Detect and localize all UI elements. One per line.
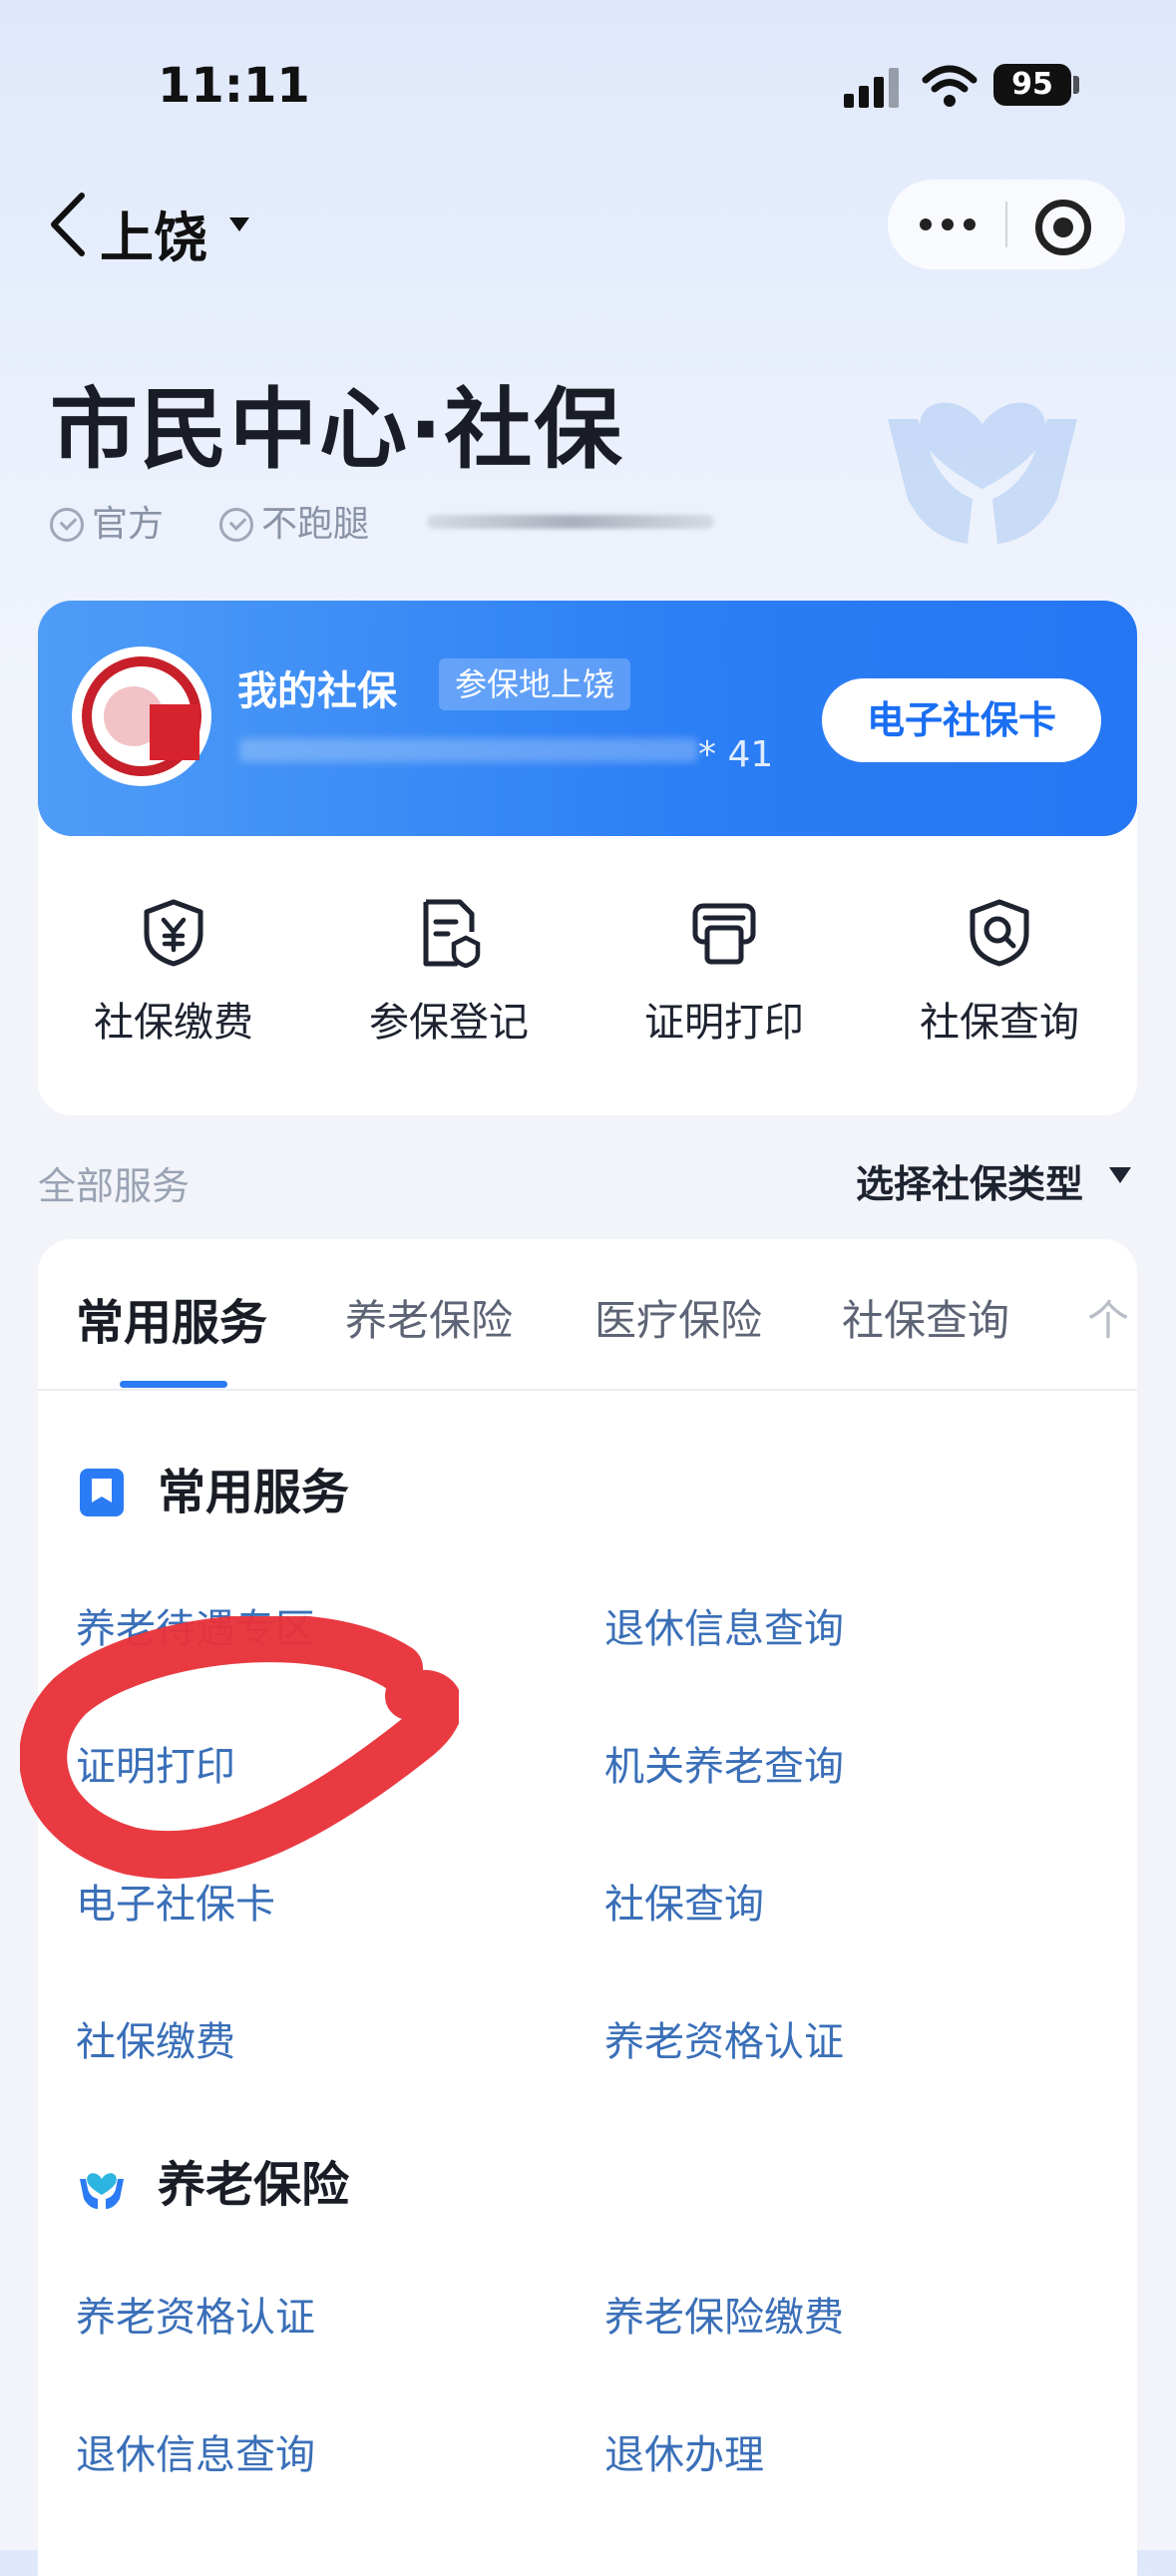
- back-chevron-icon[interactable]: [44, 190, 94, 259]
- dropdown-caret-icon[interactable]: [1109, 1167, 1131, 1183]
- service-social-security-query[interactable]: 社保查询: [604, 1872, 764, 1930]
- service-retirement-info-query[interactable]: 退休信息查询: [604, 1596, 844, 1654]
- service-social-security-payment[interactable]: 社保缴费: [76, 2009, 235, 2067]
- status-time: 11:11: [158, 58, 310, 114]
- tab-medical-insurance[interactable]: 医疗保险: [594, 1287, 762, 1348]
- battery-tip: [1073, 76, 1079, 94]
- masked-id: [239, 738, 698, 762]
- check-circle-icon: [50, 508, 84, 542]
- e-social-card-button[interactable]: 电子社保卡: [822, 678, 1101, 762]
- service-retirement-processing[interactable]: 退休办理: [604, 2422, 764, 2480]
- service-pension-payment[interactable]: 养老保险缴费: [604, 2285, 844, 2343]
- quick-action-register[interactable]: 参保登记: [339, 898, 559, 1048]
- battery-indicator: 95: [993, 64, 1071, 106]
- more-icon[interactable]: [920, 215, 985, 234]
- insurance-type-select[interactable]: 选择社保类型: [856, 1153, 1083, 1208]
- city-selector[interactable]: 上饶: [100, 194, 207, 272]
- tab-pension-insurance[interactable]: 养老保险: [345, 1287, 513, 1348]
- section-title-common: 常用服务: [76, 1453, 349, 1522]
- quick-action-query[interactable]: 社保查询: [890, 898, 1109, 1048]
- close-target-icon[interactable]: [1035, 200, 1091, 255]
- my-social-security-label: 我的社保: [237, 668, 397, 714]
- printer-icon: [692, 903, 756, 965]
- insured-location-tag: 参保地上饶: [439, 658, 631, 710]
- tab-social-security-query[interactable]: 社保查询: [842, 1287, 1009, 1348]
- service-pension-qualification[interactable]: 养老资格认证: [604, 2009, 844, 2067]
- badge-official: 官方: [50, 495, 164, 547]
- care-hands-illustration-icon: [888, 402, 1077, 544]
- section-title-pension: 养老保险: [76, 2145, 349, 2215]
- city-caret-icon[interactable]: [229, 217, 249, 231]
- yuan-shield-icon: [144, 899, 203, 967]
- mini-program-capsule: [888, 180, 1125, 269]
- care-hands-icon: [80, 2173, 124, 2209]
- search-shield-icon: [970, 899, 1029, 967]
- signal-icon: [844, 68, 899, 108]
- card-number-suffix: * 41: [698, 734, 774, 775]
- red-highlight-scribble: [20, 1616, 459, 1880]
- all-services-label: 全部服务: [38, 1164, 191, 1208]
- service-retirement-info-query-2[interactable]: 退休信息查询: [76, 2422, 315, 2480]
- check-circle-icon: [219, 508, 253, 542]
- social-security-seal-icon: [72, 646, 211, 786]
- quick-action-certificate-print[interactable]: 证明打印: [614, 898, 834, 1048]
- document-badge-icon: [423, 899, 481, 968]
- quick-action-payment[interactable]: 社保缴费: [64, 898, 283, 1048]
- service-institution-pension-query[interactable]: 机关养老查询: [604, 1734, 844, 1792]
- active-tab-indicator: [120, 1381, 227, 1388]
- tabs-divider: [38, 1389, 1137, 1391]
- service-pension-qualification-2[interactable]: 养老资格认证: [76, 2285, 315, 2343]
- wifi-icon: [922, 65, 978, 107]
- tab-common-services[interactable]: 常用服务: [76, 1283, 267, 1353]
- bookmark-icon: [80, 1469, 124, 1516]
- page-title: 市民中心·社保: [50, 378, 624, 481]
- tab-overflow[interactable]: 个: [1087, 1287, 1129, 1348]
- redacted-bar: [427, 515, 714, 529]
- badge-no-errand: 不跑腿: [219, 495, 369, 547]
